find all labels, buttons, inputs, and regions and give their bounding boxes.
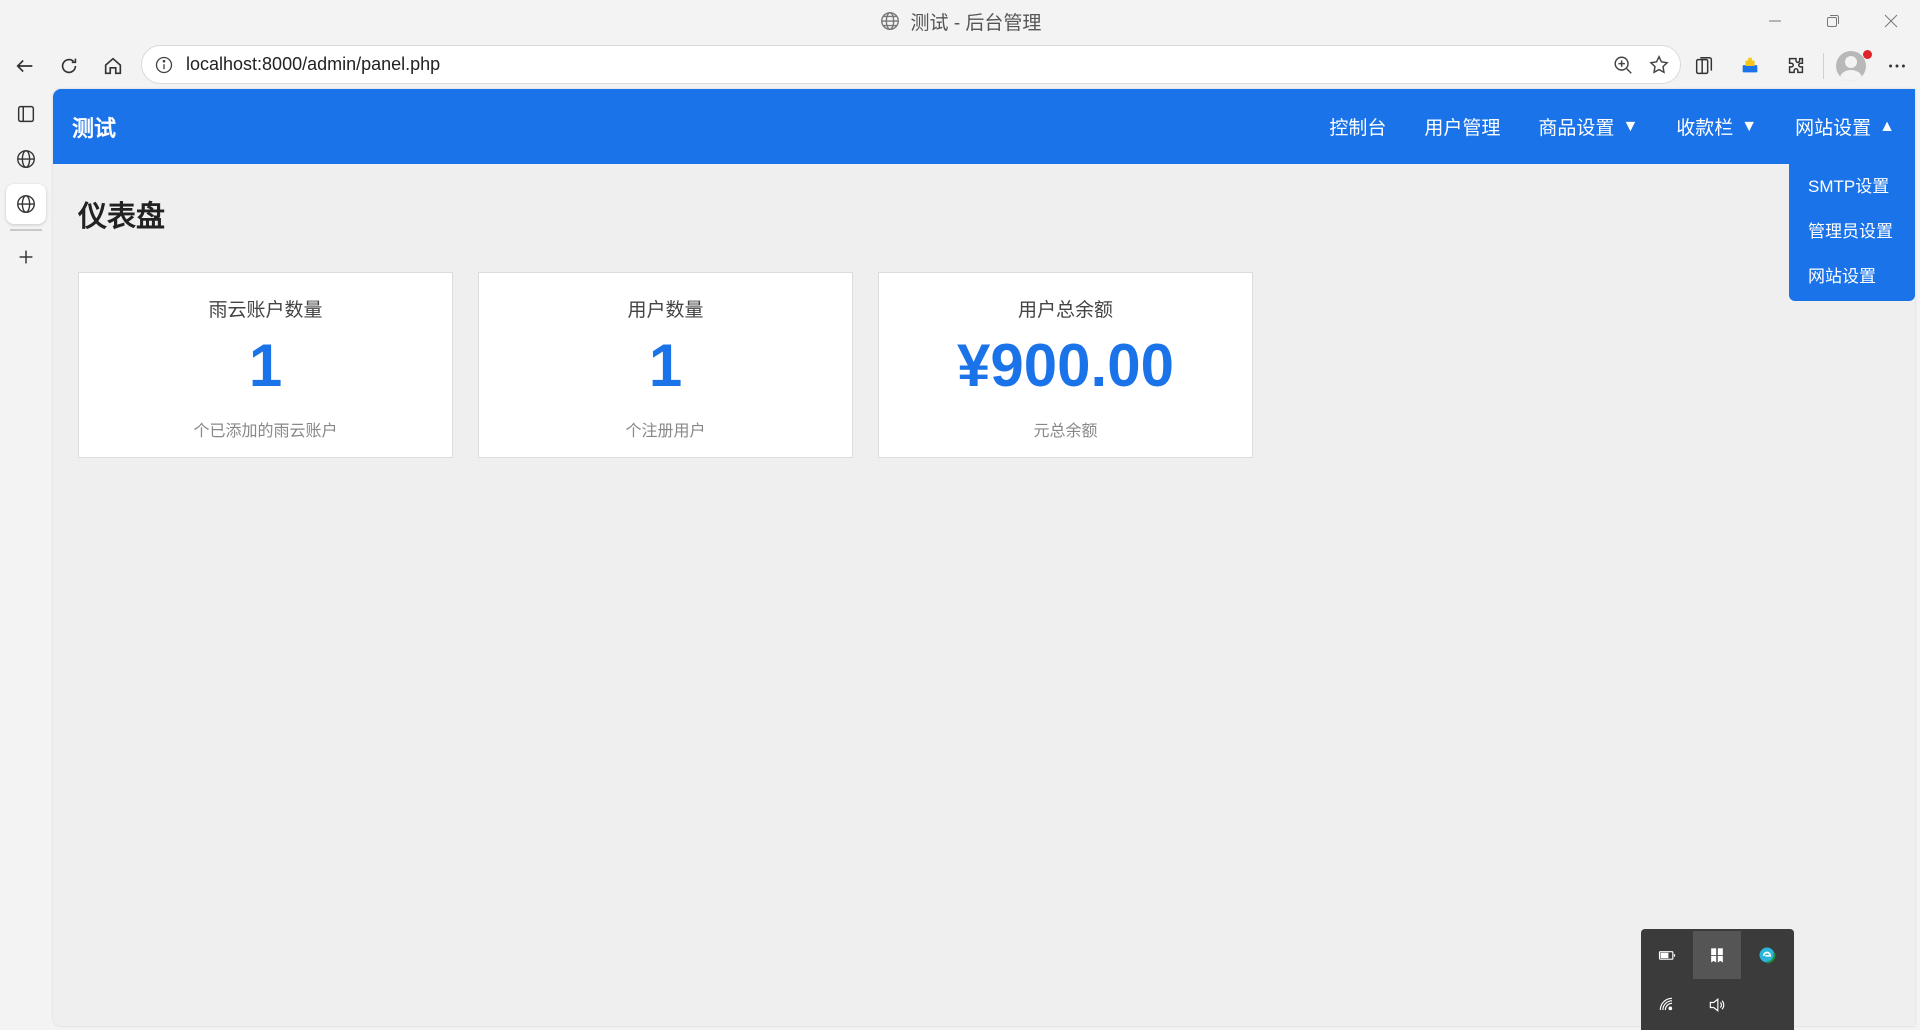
extension-button[interactable] bbox=[1727, 44, 1773, 88]
vertical-tabs bbox=[0, 89, 52, 1030]
bookmark-icon bbox=[1711, 948, 1723, 963]
back-arrow-icon bbox=[16, 59, 33, 72]
nav-link-products[interactable]: 商品设置 ▼ bbox=[1538, 113, 1638, 140]
toolbar-right bbox=[1681, 42, 1920, 89]
nav-link-label: 用户管理 bbox=[1424, 118, 1501, 139]
card-title: 用户总余额 bbox=[1017, 300, 1113, 321]
puzzle-icon bbox=[1788, 57, 1804, 73]
toolbar-divider bbox=[1823, 52, 1824, 79]
card-description: 个注册用户 bbox=[625, 423, 706, 440]
globe-icon bbox=[17, 195, 35, 213]
address-bar[interactable]: localhost:8000/admin/panel.php bbox=[141, 45, 1681, 84]
extensions-button[interactable] bbox=[1773, 44, 1819, 88]
home-icon bbox=[104, 57, 122, 74]
card-description: 个已添加的雨云账户 bbox=[193, 423, 338, 440]
volume-icon bbox=[1709, 997, 1725, 1013]
address-url[interactable]: localhost:8000/admin/panel.php bbox=[186, 54, 440, 75]
browser-toolbar: localhost:8000/admin/panel.php bbox=[0, 42, 1920, 89]
globe-icon bbox=[17, 150, 35, 168]
tab-item-2-active[interactable] bbox=[6, 184, 46, 224]
favorite-star-icon[interactable] bbox=[1648, 54, 1670, 76]
site-navbar: 测试 控制台 用户管理 商品设置 ▼ 收款栏 ▼ 网站设置 ▲ bbox=[53, 89, 1915, 164]
new-tab-button[interactable] bbox=[6, 237, 46, 277]
home-button[interactable] bbox=[91, 44, 135, 88]
card-description: 元总余额 bbox=[1033, 423, 1098, 440]
window-title: 测试 - 后台管理 bbox=[879, 8, 1042, 35]
nav-link-label: 控制台 bbox=[1329, 118, 1387, 139]
edge-app-button[interactable] bbox=[1743, 931, 1791, 979]
stat-card-users: 用户数量 1 个注册用户 bbox=[478, 272, 853, 458]
dropdown-item-smtp[interactable]: SMTP设置 bbox=[1789, 170, 1915, 215]
dropdown-item-admin[interactable]: 管理员设置 bbox=[1789, 215, 1915, 260]
zoom-icon[interactable] bbox=[1612, 54, 1634, 76]
nav-link-label: 网站设置 bbox=[1795, 118, 1872, 139]
card-title: 雨云账户数量 bbox=[208, 300, 323, 321]
tab-actions-button[interactable] bbox=[6, 94, 46, 134]
tab-separator bbox=[10, 229, 42, 231]
split-screen-button[interactable] bbox=[1681, 44, 1727, 88]
caret-up-icon: ▲ bbox=[1879, 117, 1895, 135]
tab-actions-icon bbox=[17, 105, 35, 123]
system-tray-popup bbox=[1641, 929, 1794, 1030]
nav-link-label: 商品设置 bbox=[1538, 118, 1615, 139]
card-title: 用户数量 bbox=[627, 300, 704, 321]
battery-icon bbox=[1658, 951, 1676, 960]
profile-button[interactable] bbox=[1828, 44, 1874, 88]
edge-browser-icon bbox=[1758, 946, 1776, 964]
globe-icon bbox=[880, 12, 899, 30]
window-titlebar: 测试 - 后台管理 bbox=[0, 0, 1920, 42]
back-button[interactable] bbox=[3, 44, 47, 88]
network-button[interactable] bbox=[1643, 981, 1691, 1029]
bookmark-app-button[interactable] bbox=[1693, 931, 1741, 979]
restore-button[interactable] bbox=[1804, 0, 1862, 42]
nav-link-dashboard[interactable]: 控制台 bbox=[1329, 113, 1386, 140]
minimize-button[interactable] bbox=[1746, 0, 1804, 42]
nav-link-users[interactable]: 用户管理 bbox=[1424, 113, 1500, 140]
site-brand[interactable]: 测试 bbox=[72, 111, 116, 143]
card-value: ¥900.00 bbox=[957, 332, 1174, 399]
caret-down-icon: ▼ bbox=[1741, 117, 1758, 135]
tab-item-1[interactable] bbox=[6, 139, 46, 179]
close-icon bbox=[1884, 14, 1898, 28]
card-value: 1 bbox=[248, 332, 283, 399]
wifi-icon bbox=[1659, 997, 1673, 1011]
window-controls bbox=[1746, 0, 1920, 42]
extension-colored-icon bbox=[1742, 57, 1758, 72]
nav-link-payments[interactable]: 收款栏 ▼ bbox=[1676, 113, 1757, 140]
window-title-text: 测试 - 后台管理 bbox=[910, 12, 1042, 34]
more-button[interactable] bbox=[1874, 44, 1920, 88]
site-settings-dropdown: SMTP设置 管理员设置 网站设置 bbox=[1789, 164, 1915, 301]
page-title: 仪表盘 bbox=[78, 201, 166, 233]
caret-down-icon: ▼ bbox=[1622, 117, 1639, 135]
minimize-icon bbox=[1769, 20, 1781, 22]
web-content: 测试 控制台 用户管理 商品设置 ▼ 收款栏 ▼ 网站设置 ▲ SMTP设置 管… bbox=[53, 89, 1915, 1026]
plus-icon bbox=[19, 250, 33, 264]
address-bar-actions bbox=[1612, 46, 1670, 83]
info-icon[interactable] bbox=[154, 55, 174, 75]
nav-link-site-settings[interactable]: 网站设置 ▲ bbox=[1795, 113, 1895, 140]
volume-button[interactable] bbox=[1693, 981, 1741, 1029]
card-value: 1 bbox=[648, 332, 683, 399]
refresh-button[interactable] bbox=[47, 44, 91, 88]
split-screen-icon bbox=[1695, 56, 1713, 74]
nav-links: 控制台 用户管理 商品设置 ▼ 收款栏 ▼ 网站设置 ▲ bbox=[1291, 89, 1895, 164]
close-button[interactable] bbox=[1862, 0, 1920, 42]
refresh-icon bbox=[61, 58, 77, 73]
stat-card-rainyun-accounts: 雨云账户数量 1 个已添加的雨云账户 bbox=[78, 272, 453, 458]
stat-card-balance: 用户总余额 ¥900.00 元总余额 bbox=[878, 272, 1253, 458]
dropdown-item-site[interactable]: 网站设置 bbox=[1789, 260, 1915, 305]
notification-dot bbox=[1863, 49, 1872, 59]
more-dots-icon bbox=[1889, 64, 1905, 67]
restore-icon bbox=[1827, 15, 1839, 27]
nav-link-label: 收款栏 bbox=[1676, 118, 1734, 139]
avatar bbox=[1836, 50, 1866, 81]
battery-button[interactable] bbox=[1643, 931, 1691, 979]
